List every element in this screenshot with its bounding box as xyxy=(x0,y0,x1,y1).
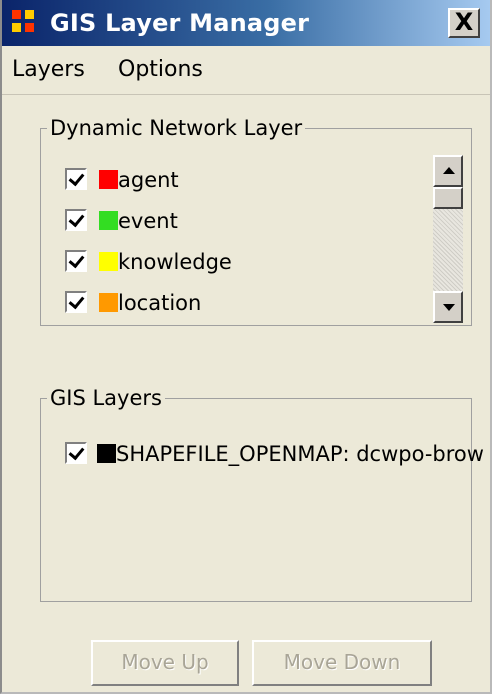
layer-agent-checkbox[interactable] xyxy=(65,168,87,190)
menu-layers[interactable]: Layers xyxy=(12,56,85,84)
layer-knowledge-color-swatch xyxy=(99,252,118,271)
gis-layer-shapefile-checkbox[interactable] xyxy=(65,442,87,464)
menu-bar: Layers Options xyxy=(2,46,490,95)
gis-layer-shapefile-label: SHAPEFILE_OPENMAP: dcwpo-brow xyxy=(116,442,484,466)
gis-layer-manager-window: GIS Layer Manager X Layers Options Dynam… xyxy=(0,0,492,694)
dynamic-network-layer-legend: Dynamic Network Layer xyxy=(47,114,306,142)
gis-layers-group: GIS Layers SHAPEFILE_OPENMAP: dcwpo-brow xyxy=(40,384,484,602)
layer-row-location[interactable]: location xyxy=(65,288,385,318)
window-title: GIS Layer Manager xyxy=(50,9,310,37)
layer-row-knowledge[interactable]: knowledge xyxy=(65,247,385,277)
layer-agent-color-swatch xyxy=(99,170,118,189)
layer-agent-label: agent xyxy=(118,168,179,192)
layer-location-checkbox[interactable] xyxy=(65,291,87,313)
close-button[interactable]: X xyxy=(448,8,480,38)
layer-event-checkbox[interactable] xyxy=(65,209,87,231)
title-bar[interactable]: GIS Layer Manager X xyxy=(2,0,490,46)
gis-layer-shapefile-color-swatch xyxy=(97,444,116,463)
layer-list-scrollbar[interactable] xyxy=(433,155,463,323)
scroll-thumb[interactable] xyxy=(433,187,463,209)
menu-options[interactable]: Options xyxy=(118,56,203,84)
layer-knowledge-checkbox[interactable] xyxy=(65,250,87,272)
down-arrow-icon xyxy=(443,304,455,311)
up-arrow-icon xyxy=(443,167,455,174)
layer-event-label: event xyxy=(118,209,178,233)
app-icon xyxy=(12,10,38,36)
move-down-button[interactable]: Move Down xyxy=(252,640,432,686)
gis-layer-row-shapefile[interactable]: SHAPEFILE_OPENMAP: dcwpo-brow xyxy=(65,439,484,469)
layer-location-color-swatch xyxy=(99,293,118,312)
gis-layers-legend: GIS Layers xyxy=(47,384,165,412)
layer-knowledge-label: knowledge xyxy=(118,250,232,274)
dynamic-network-layer-group: Dynamic Network Layer agent event knowle… xyxy=(40,114,472,326)
move-up-button[interactable]: Move Up xyxy=(91,640,239,686)
layer-row-agent[interactable]: agent xyxy=(65,165,385,195)
layer-location-label: location xyxy=(118,291,202,315)
scroll-up-button[interactable] xyxy=(433,155,463,187)
layer-row-event[interactable]: event xyxy=(65,206,385,236)
scroll-down-button[interactable] xyxy=(433,291,463,323)
layer-event-color-swatch xyxy=(99,211,118,230)
